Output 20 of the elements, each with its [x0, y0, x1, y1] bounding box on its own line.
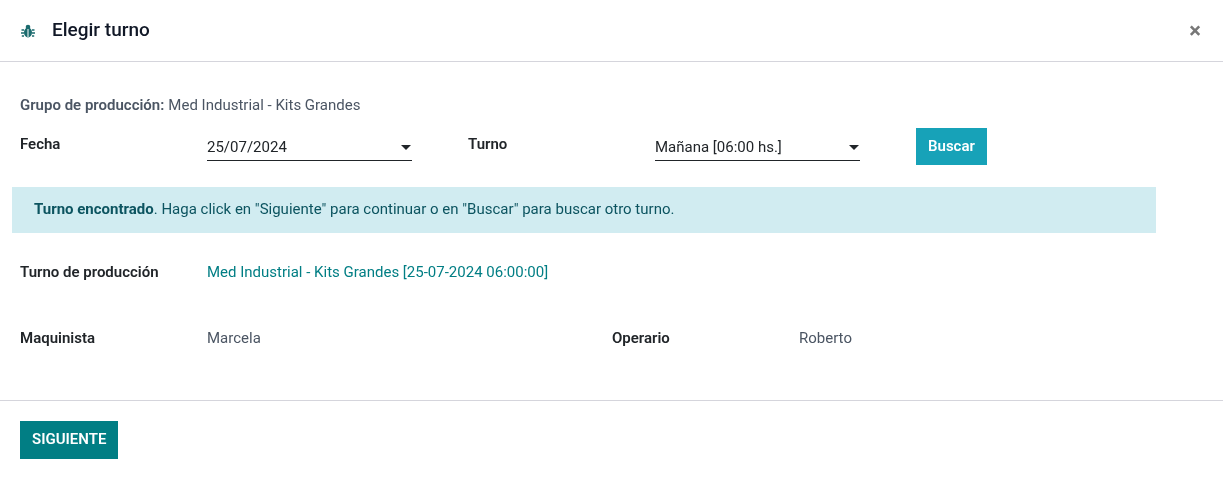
- dialog-title: Elegir turno: [52, 17, 150, 44]
- close-button[interactable]: ×: [1189, 19, 1201, 42]
- select-field[interactable]: Mañana [06:00 hs.]: [655, 128, 860, 161]
- group-label: Grupo de producción:: [20, 95, 165, 116]
- caret-icon: [849, 144, 859, 150]
- next-button[interactable]: SIGUIENTE: [20, 420, 119, 459]
- shift-link[interactable]: Med Industrial - Kits Grandes [25-07-2024 06:00:00]: [207, 261, 549, 284]
- caret-icon: [401, 144, 411, 150]
- select-field[interactable]: 25/07/2024: [207, 128, 412, 161]
- field-value: Marcela: [207, 328, 262, 350]
- field-value: Roberto: [799, 328, 852, 350]
- search-button[interactable]: Buscar: [916, 127, 987, 165]
- field-label: Operario: [612, 328, 671, 350]
- group-value: Med Industrial - Kits Grandes: [168, 95, 361, 116]
- bug-icon: [20, 22, 36, 39]
- field-label: Maquinista: [20, 328, 96, 350]
- info-alert: Turno encontrado. Haga click en "Siguiente" para continuar o en "Buscar" para buscar otro turno.: [12, 186, 1156, 233]
- field-label: Turno de producción: [20, 262, 160, 284]
- field-label: Fecha: [20, 133, 62, 155]
- field-label: Turno: [468, 133, 509, 155]
